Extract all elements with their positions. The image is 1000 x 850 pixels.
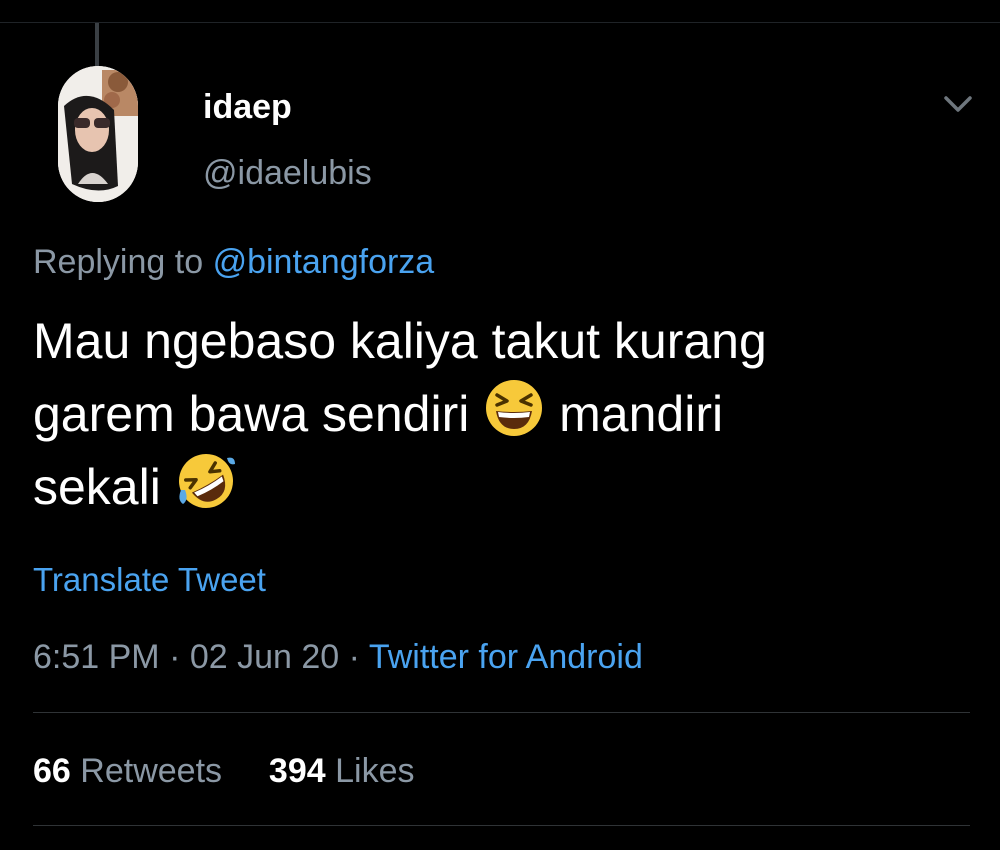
- tweet-text-line: sekali: [33, 450, 973, 523]
- top-divider: [0, 22, 1000, 23]
- retweets-label: Retweets: [80, 752, 223, 790]
- replying-to-line: Replying to @bintangforza: [33, 240, 434, 284]
- tweet-text-segment: sekali: [33, 459, 161, 515]
- author-handle[interactable]: @idaelubis: [203, 152, 372, 194]
- tweet-text: Mau ngebaso kaliya takut kurang garem ba…: [33, 305, 973, 523]
- tweet-text-line: Mau ngebaso kaliya takut kurang: [33, 313, 767, 369]
- tweet-time: 6:51 PM: [33, 638, 160, 676]
- avatar[interactable]: [58, 66, 138, 202]
- tweet-source-link[interactable]: Twitter for Android: [369, 638, 643, 676]
- likes-count: 394: [268, 752, 326, 790]
- chevron-down-icon[interactable]: [938, 90, 978, 120]
- retweets-stat[interactable]: 66 Retweets: [33, 752, 231, 790]
- engagement-stats: 66 Retweets 394 Likes: [33, 750, 414, 792]
- tweet-text-segment: garem bawa sendiri: [33, 386, 470, 442]
- meta-separator: ·: [169, 638, 181, 676]
- stats-top-divider: [33, 712, 970, 713]
- profile-photo-icon: [58, 66, 138, 202]
- likes-label: Likes: [335, 752, 415, 790]
- replying-to-label: Replying to: [33, 243, 204, 281]
- thread-connector-line: [95, 23, 99, 71]
- stats-bottom-divider: [33, 825, 970, 826]
- grinning-squinting-face-icon: [483, 377, 545, 439]
- meta-separator: ·: [348, 638, 360, 676]
- tweet-meta: 6:51 PM · 02 Jun 20 · Twitter for Androi…: [33, 636, 643, 678]
- rolling-on-the-floor-laughing-icon: [175, 450, 237, 512]
- likes-stat[interactable]: 394 Likes: [269, 752, 415, 790]
- tweet-text-line: garem bawa sendiri mandiri: [33, 377, 973, 450]
- translate-tweet-link[interactable]: Translate Tweet: [33, 560, 266, 600]
- tweet-date: 02 Jun 20: [189, 638, 340, 676]
- tweet-text-segment: mandiri: [559, 386, 724, 442]
- author-display-name[interactable]: idaep: [203, 86, 292, 128]
- retweets-count: 66: [33, 752, 71, 790]
- reply-mention-link[interactable]: @bintangforza: [213, 243, 435, 281]
